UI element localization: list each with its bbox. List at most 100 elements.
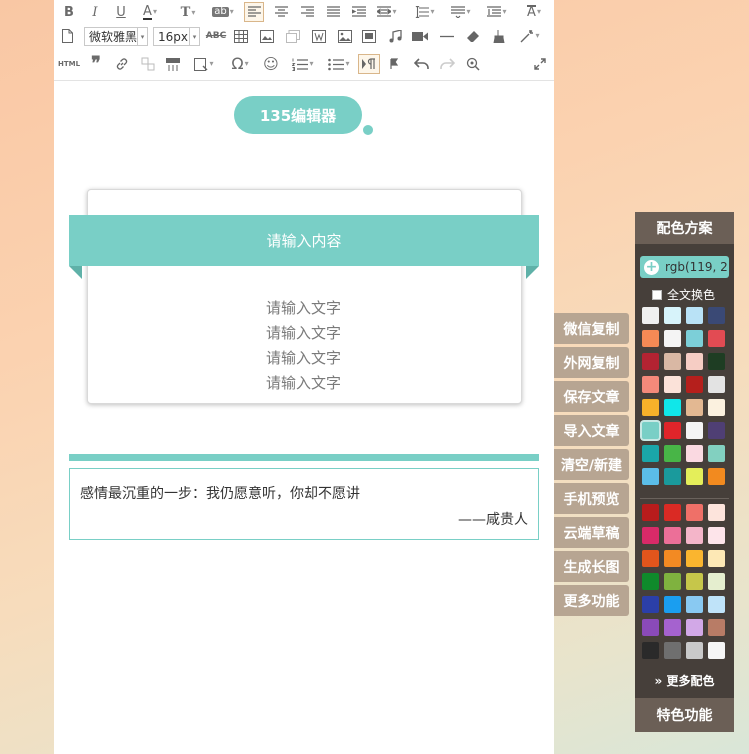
align-center-icon[interactable]	[272, 2, 290, 22]
color-swatch[interactable]	[708, 619, 725, 636]
font-family-select[interactable]: 微软雅黑 ▾	[84, 27, 148, 46]
redo-icon[interactable]	[438, 54, 456, 74]
color-swatch[interactable]	[642, 596, 659, 613]
clear-format-icon[interactable]: A ▾	[520, 2, 548, 22]
color-swatch[interactable]	[642, 399, 659, 416]
color-swatch[interactable]	[664, 573, 681, 590]
align-left-icon[interactable]	[244, 2, 264, 22]
color-swatch[interactable]	[686, 422, 703, 439]
color-swatch[interactable]	[664, 642, 681, 659]
unlink-icon[interactable]	[140, 54, 156, 74]
color-swatch[interactable]	[708, 422, 725, 439]
gallery-icon[interactable]	[360, 26, 378, 46]
color-swatch[interactable]	[642, 642, 659, 659]
color-swatch[interactable]	[686, 376, 703, 393]
color-swatch[interactable]	[664, 330, 681, 347]
background-color-icon[interactable]: ab ▾	[208, 2, 238, 22]
color-swatch[interactable]	[664, 550, 681, 567]
emoji-icon[interactable]: ☺	[262, 54, 280, 74]
full-text-recolor-toggle[interactable]: 全文换色	[652, 286, 715, 303]
import-article-button[interactable]: 导入文章	[554, 415, 629, 446]
italic-icon[interactable]: I	[88, 2, 102, 22]
color-swatch[interactable]	[642, 468, 659, 485]
color-swatch[interactable]	[708, 573, 725, 590]
color-swatch[interactable]	[686, 504, 703, 521]
special-features-button[interactable]: 特色功能	[635, 698, 734, 732]
color-swatch[interactable]	[642, 573, 659, 590]
underline-icon[interactable]: U	[114, 2, 128, 22]
paragraph-spacing-icon[interactable]: ▾	[448, 2, 474, 22]
color-swatch[interactable]	[642, 307, 659, 324]
color-swatch[interactable]	[664, 445, 681, 462]
color-swatch[interactable]	[642, 422, 659, 439]
save-article-button[interactable]: 保存文章	[554, 381, 629, 412]
color-swatch[interactable]	[686, 445, 703, 462]
color-swatch[interactable]	[686, 527, 703, 544]
unordered-list-icon[interactable]: ▾	[324, 54, 354, 74]
text-direction-rtl-icon[interactable]	[388, 54, 406, 74]
color-swatch[interactable]	[664, 376, 681, 393]
color-swatch[interactable]	[708, 376, 725, 393]
color-swatch[interactable]	[708, 399, 725, 416]
new-document-icon[interactable]	[60, 26, 74, 46]
color-swatch[interactable]	[686, 596, 703, 613]
generate-long-image-button[interactable]: 生成长图	[554, 551, 629, 582]
more-features-button[interactable]: 更多功能	[554, 585, 629, 616]
color-swatch[interactable]	[664, 504, 681, 521]
picture-icon[interactable]	[336, 26, 354, 46]
letter-spacing-icon[interactable]: ▾	[374, 2, 400, 22]
word-import-icon[interactable]	[310, 26, 328, 46]
color-swatch[interactable]	[642, 330, 659, 347]
multi-image-icon[interactable]	[284, 26, 302, 46]
color-swatch[interactable]	[686, 619, 703, 636]
color-swatch[interactable]	[686, 573, 703, 590]
color-swatch[interactable]	[664, 307, 681, 324]
color-swatch[interactable]	[642, 445, 659, 462]
color-swatch[interactable]	[642, 504, 659, 521]
text-direction-ltr-icon[interactable]	[358, 54, 380, 74]
color-swatch[interactable]	[664, 468, 681, 485]
ordered-list-icon[interactable]: ▾	[288, 54, 318, 74]
plus-icon[interactable]: +	[644, 259, 659, 275]
undo-icon[interactable]	[412, 54, 430, 74]
color-swatch[interactable]	[686, 399, 703, 416]
color-swatch[interactable]	[642, 353, 659, 370]
color-swatch[interactable]	[664, 596, 681, 613]
color-swatch[interactable]	[686, 307, 703, 324]
insert-row-icon[interactable]	[164, 54, 182, 74]
image-icon[interactable]	[258, 26, 276, 46]
color-swatch[interactable]	[686, 468, 703, 485]
find-replace-icon[interactable]	[464, 54, 482, 74]
wechat-copy-button[interactable]: 微信复制	[554, 313, 629, 344]
table-icon[interactable]	[232, 26, 250, 46]
color-swatch[interactable]	[708, 596, 725, 613]
spacing-icon[interactable]: ▾	[484, 2, 510, 22]
current-color-input[interactable]: + rgb(119, 2	[640, 256, 729, 278]
color-swatch[interactable]	[642, 527, 659, 544]
color-swatch[interactable]	[642, 619, 659, 636]
color-swatch[interactable]	[664, 619, 681, 636]
color-swatch[interactable]	[686, 330, 703, 347]
color-swatch[interactable]	[664, 399, 681, 416]
eraser-icon[interactable]	[464, 26, 482, 46]
html-source-icon[interactable]: HTML	[58, 54, 80, 74]
strikethrough-icon[interactable]: ABC	[204, 26, 228, 46]
line-height-icon[interactable]: ▾	[412, 2, 438, 22]
music-icon[interactable]	[386, 26, 404, 46]
align-right-icon[interactable]	[298, 2, 316, 22]
mobile-preview-button[interactable]: 手机预览	[554, 483, 629, 514]
color-swatch[interactable]	[708, 468, 725, 485]
font-style-icon[interactable]: T ▾	[176, 2, 200, 22]
magic-wand-icon[interactable]: ▾	[516, 26, 544, 46]
indent-icon[interactable]	[350, 2, 368, 22]
color-swatch[interactable]	[708, 307, 725, 324]
clear-new-button[interactable]: 清空/新建	[554, 449, 629, 480]
color-swatch[interactable]	[686, 550, 703, 567]
layout-icon[interactable]: ▾	[190, 54, 218, 74]
color-swatch[interactable]	[708, 445, 725, 462]
color-swatch[interactable]	[708, 527, 725, 544]
video-icon[interactable]	[410, 26, 430, 46]
color-swatch[interactable]	[708, 504, 725, 521]
external-copy-button[interactable]: 外网复制	[554, 347, 629, 378]
color-swatch[interactable]	[708, 642, 725, 659]
